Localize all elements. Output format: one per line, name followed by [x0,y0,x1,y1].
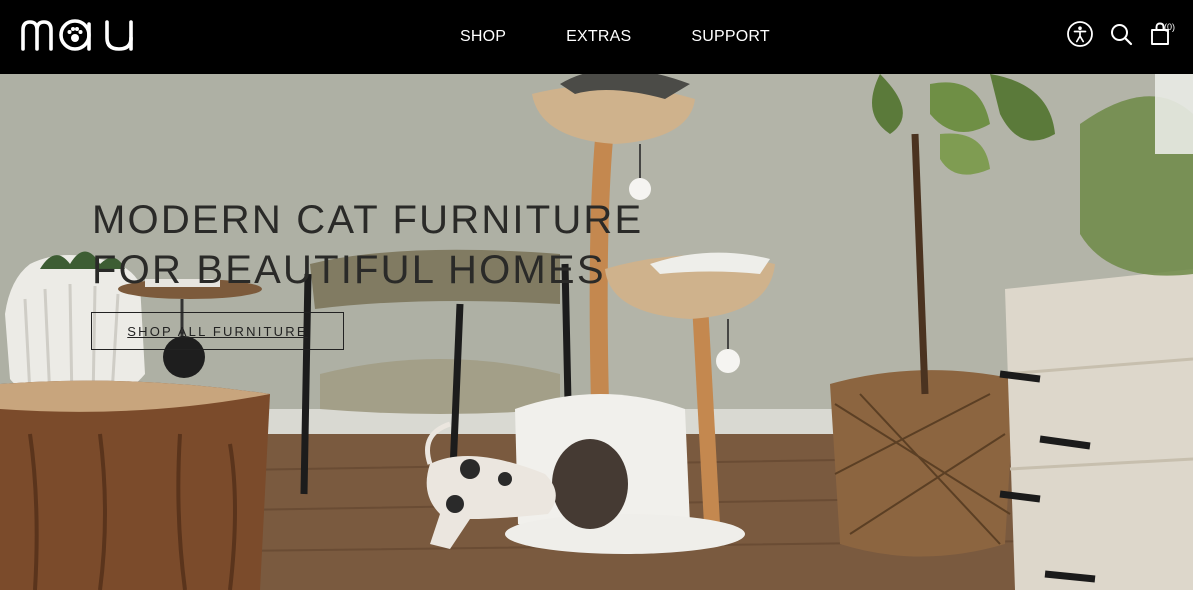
mau-logo-mark [21,19,133,51]
accessibility-icon[interactable] [1066,20,1094,48]
hero-title: MODERN CAT FURNITURE FOR BEAUTIFUL HOMES [92,195,652,295]
nav-support[interactable]: SUPPORT [691,28,769,46]
hero-banner: MODERN CAT FURNITURE FOR BEAUTIFUL HOMES… [0,74,1193,590]
hero-title-line-2: FOR BEAUTIFUL HOMES [92,248,606,292]
hero-title-line-1: MODERN CAT FURNITURE [92,198,644,242]
mau-logo[interactable] [20,16,144,52]
nav-shop[interactable]: SHOP [460,28,506,46]
site-header: SHOP EXTRAS SUPPORT (0) [0,0,1193,74]
cart-count-badge: (0) [1164,22,1175,32]
shop-all-furniture-button[interactable]: SHOP ALL FURNITURE [91,312,344,350]
nav-extras[interactable]: EXTRAS [566,28,631,46]
search-icon[interactable] [1107,20,1135,48]
main-nav: SHOP EXTRAS SUPPORT [460,0,770,74]
